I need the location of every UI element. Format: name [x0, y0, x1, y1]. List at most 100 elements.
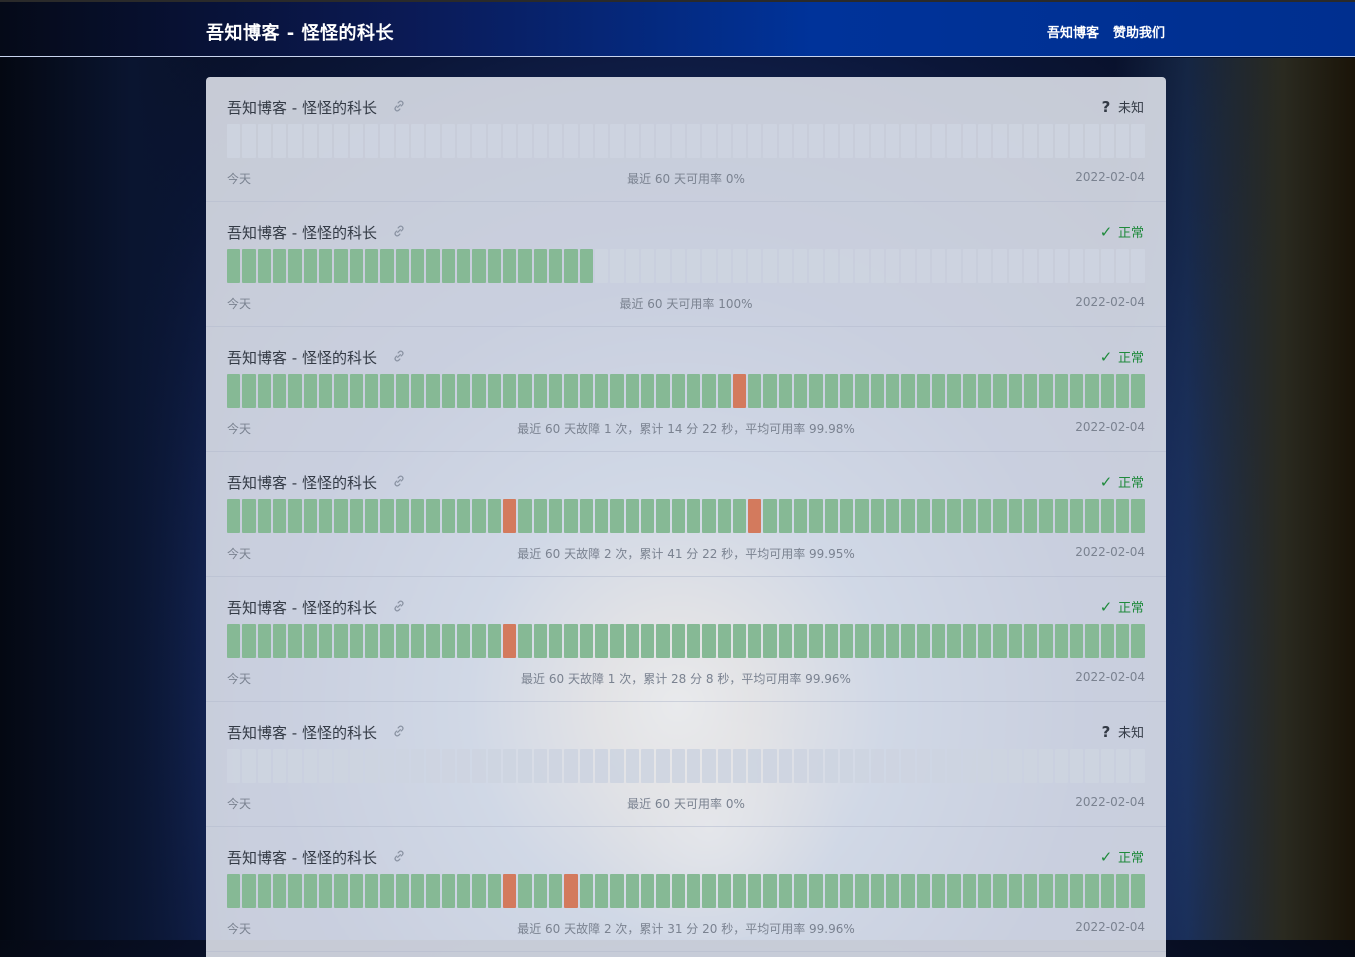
uptime-day-bar[interactable]: [1100, 124, 1115, 158]
uptime-day-bar[interactable]: [1008, 374, 1023, 408]
uptime-day-bar[interactable]: [1085, 124, 1099, 158]
uptime-day-bar[interactable]: [579, 749, 593, 783]
uptime-day-bar[interactable]: [886, 124, 900, 158]
uptime-day-bar[interactable]: [947, 749, 961, 783]
uptime-day-bar[interactable]: [594, 624, 609, 658]
uptime-day-bar[interactable]: [1054, 749, 1069, 783]
uptime-day-bar[interactable]: [778, 499, 793, 533]
uptime-day-bar[interactable]: [303, 749, 317, 783]
uptime-day-bar[interactable]: [1024, 249, 1038, 283]
uptime-day-bar[interactable]: [610, 249, 624, 283]
uptime-day-bar[interactable]: [1100, 499, 1115, 533]
uptime-day-bar[interactable]: [840, 499, 854, 533]
uptime-day-bar[interactable]: [840, 749, 854, 783]
uptime-day-bar[interactable]: [364, 499, 379, 533]
uptime-day-bar[interactable]: [640, 499, 655, 533]
uptime-day-bar[interactable]: [257, 374, 271, 408]
uptime-day-bar[interactable]: [702, 749, 716, 783]
uptime-day-bar[interactable]: [518, 624, 532, 658]
uptime-day-bar[interactable]: [932, 749, 946, 783]
uptime-day-bar[interactable]: [824, 124, 839, 158]
uptime-day-bar[interactable]: [380, 874, 394, 908]
uptime-day-bar[interactable]: [824, 749, 839, 783]
uptime-day-bar[interactable]: [748, 749, 762, 783]
uptime-day-bar[interactable]: [1085, 374, 1099, 408]
uptime-day-bar[interactable]: [288, 124, 302, 158]
uptime-day-bar[interactable]: [763, 249, 777, 283]
uptime-day-bar[interactable]: [303, 624, 317, 658]
uptime-day-bar[interactable]: [288, 749, 302, 783]
uptime-day-bar[interactable]: [932, 499, 946, 533]
uptime-day-bar[interactable]: [1131, 499, 1145, 533]
uptime-day-bar[interactable]: [840, 374, 854, 408]
uptime-day-bar[interactable]: [564, 499, 578, 533]
uptime-day-bar[interactable]: [686, 499, 701, 533]
uptime-day-bar[interactable]: [870, 624, 885, 658]
uptime-day-bar[interactable]: [1116, 874, 1130, 908]
uptime-day-bar[interactable]: [533, 124, 547, 158]
uptime-day-bar[interactable]: [1024, 124, 1038, 158]
uptime-day-bar[interactable]: [809, 124, 823, 158]
uptime-day-bar[interactable]: [978, 874, 992, 908]
uptime-day-bar[interactable]: [1054, 124, 1069, 158]
uptime-day-bar[interactable]: [855, 499, 869, 533]
uptime-day-bar[interactable]: [472, 499, 486, 533]
uptime-day-bar[interactable]: [1039, 749, 1053, 783]
uptime-day-bar[interactable]: [778, 124, 793, 158]
uptime-day-bar[interactable]: [227, 749, 241, 783]
uptime-day-bar[interactable]: [472, 624, 486, 658]
uptime-day-bar[interactable]: [288, 624, 302, 658]
uptime-day-bar[interactable]: [1116, 499, 1130, 533]
uptime-day-bar[interactable]: [932, 124, 946, 158]
uptime-day-bar[interactable]: [886, 499, 900, 533]
uptime-day-bar[interactable]: [502, 374, 517, 408]
uptime-day-bar[interactable]: [1100, 249, 1115, 283]
uptime-day-bar[interactable]: [395, 624, 409, 658]
uptime-day-bar[interactable]: [594, 874, 609, 908]
uptime-day-bar[interactable]: [456, 749, 471, 783]
uptime-day-bar[interactable]: [1070, 374, 1084, 408]
uptime-day-bar[interactable]: [441, 499, 455, 533]
uptime-day-bar[interactable]: [1054, 249, 1069, 283]
uptime-day-bar[interactable]: [748, 499, 762, 533]
uptime-day-bar[interactable]: [763, 499, 777, 533]
uptime-day-bar[interactable]: [518, 874, 532, 908]
uptime-day-bar[interactable]: [410, 124, 425, 158]
uptime-day-bar[interactable]: [594, 124, 609, 158]
uptime-day-bar[interactable]: [502, 624, 517, 658]
uptime-day-bar[interactable]: [962, 874, 977, 908]
uptime-day-bar[interactable]: [702, 124, 716, 158]
link-icon[interactable]: [392, 474, 406, 488]
uptime-day-bar[interactable]: [993, 749, 1007, 783]
uptime-day-bar[interactable]: [502, 124, 517, 158]
uptime-day-bar[interactable]: [671, 874, 685, 908]
uptime-day-bar[interactable]: [947, 874, 961, 908]
uptime-day-bar[interactable]: [901, 124, 915, 158]
uptime-day-bar[interactable]: [932, 874, 946, 908]
uptime-day-bar[interactable]: [1116, 374, 1130, 408]
uptime-day-bar[interactable]: [886, 749, 900, 783]
uptime-day-bar[interactable]: [1024, 624, 1038, 658]
uptime-day-bar[interactable]: [334, 749, 348, 783]
uptime-day-bar[interactable]: [410, 374, 425, 408]
uptime-day-bar[interactable]: [824, 499, 839, 533]
link-icon[interactable]: [392, 349, 406, 363]
link-icon[interactable]: [392, 849, 406, 863]
uptime-day-bar[interactable]: [671, 624, 685, 658]
uptime-day-bar[interactable]: [410, 249, 425, 283]
uptime-day-bar[interactable]: [732, 249, 747, 283]
uptime-day-bar[interactable]: [1131, 749, 1145, 783]
uptime-day-bar[interactable]: [1070, 749, 1084, 783]
uptime-day-bar[interactable]: [548, 124, 563, 158]
uptime-day-bar[interactable]: [472, 749, 486, 783]
uptime-day-bar[interactable]: [809, 874, 823, 908]
uptime-day-bar[interactable]: [272, 124, 287, 158]
uptime-day-bar[interactable]: [702, 874, 716, 908]
uptime-day-bar[interactable]: [1024, 874, 1038, 908]
uptime-day-bar[interactable]: [1039, 249, 1053, 283]
uptime-day-bar[interactable]: [288, 499, 302, 533]
uptime-day-bar[interactable]: [794, 374, 808, 408]
uptime-day-bar[interactable]: [794, 124, 808, 158]
uptime-day-bar[interactable]: [395, 374, 409, 408]
uptime-day-bar[interactable]: [318, 874, 333, 908]
